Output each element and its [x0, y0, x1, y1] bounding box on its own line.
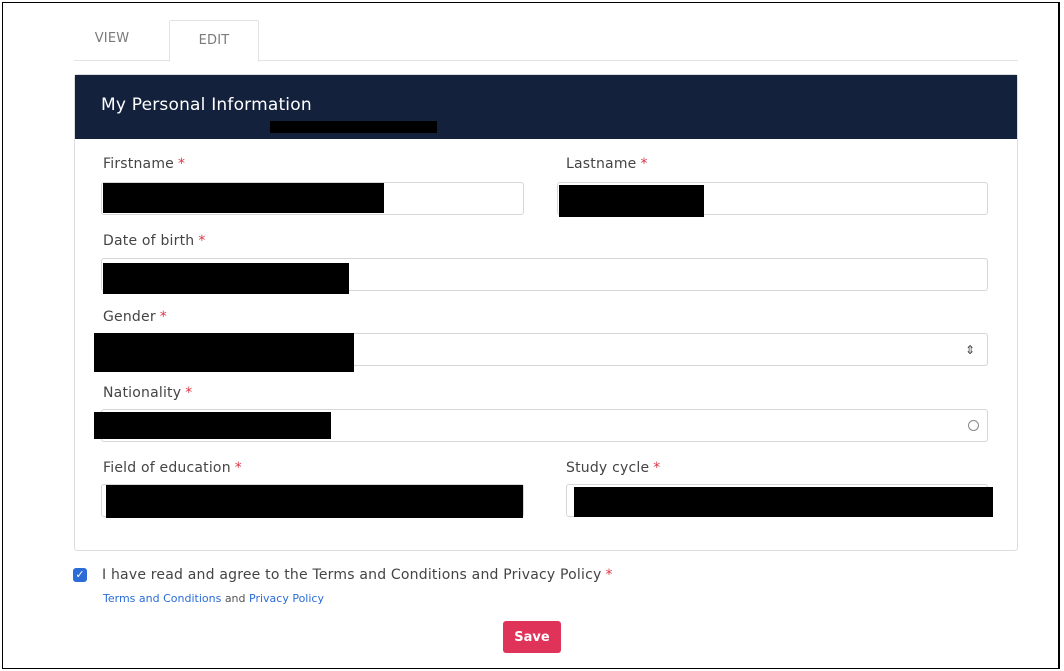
select-arrows-icon: ⇕: [964, 343, 975, 357]
lastname-label: Lastname *: [566, 156, 648, 172]
and-text: and: [224, 592, 246, 605]
redaction-bar: [574, 487, 993, 517]
tab-bar: VIEW EDIT: [74, 19, 1018, 62]
dob-label: Date of birth *: [103, 233, 206, 249]
lastname-field[interactable]: [557, 182, 988, 217]
privacy-link[interactable]: Privacy Policy: [249, 592, 324, 605]
save-button[interactable]: Save: [503, 621, 561, 653]
agree-checkbox[interactable]: ✓: [73, 568, 87, 582]
required-marker: *: [198, 233, 206, 249]
nationality-label-text: Nationality: [103, 385, 182, 401]
required-marker: *: [159, 309, 167, 325]
field-of-education-label: Field of education *: [103, 460, 242, 476]
firstname-label: Firstname *: [103, 156, 185, 172]
policy-links: Terms and Conditions and Privacy Policy: [103, 592, 324, 605]
tab-edit[interactable]: EDIT: [169, 20, 259, 62]
redaction-bar: [94, 412, 331, 439]
required-marker: *: [653, 460, 661, 476]
firstname-label-text: Firstname: [103, 156, 174, 172]
gender-label-text: Gender: [103, 309, 156, 325]
study-cycle-label: Study cycle *: [566, 460, 660, 476]
dob-label-text: Date of birth: [103, 233, 195, 249]
dob-field[interactable]: [101, 258, 988, 294]
firstname-field[interactable]: [101, 182, 524, 215]
redaction-bar: [559, 185, 704, 217]
tab-view[interactable]: VIEW: [80, 19, 144, 59]
required-marker: *: [234, 460, 242, 476]
card-title: My Personal Information: [101, 95, 312, 115]
nationality-label: Nationality *: [103, 385, 192, 401]
redaction-bar: [270, 121, 437, 133]
agree-label-text: I have read and agree to the Terms and C…: [102, 567, 602, 583]
card-header: My Personal Information: [75, 75, 1017, 139]
redaction-bar: [94, 333, 354, 372]
personal-info-card: My Personal Information: [74, 74, 1018, 551]
required-marker: *: [177, 156, 186, 172]
terms-link[interactable]: Terms and Conditions: [103, 592, 221, 605]
gender-label: Gender *: [103, 309, 167, 325]
redaction-bar: [103, 263, 349, 294]
clear-circle-icon[interactable]: [968, 420, 979, 431]
field-of-education-label-text: Field of education: [103, 460, 231, 476]
redaction-bar: [106, 485, 523, 518]
required-marker: *: [640, 156, 648, 172]
required-marker: *: [185, 385, 193, 401]
required-marker: *: [605, 567, 613, 583]
study-cycle-label-text: Study cycle: [566, 460, 650, 476]
lastname-label-text: Lastname: [566, 156, 637, 172]
agree-label: I have read and agree to the Terms and C…: [102, 567, 613, 583]
redaction-bar: [103, 183, 384, 213]
field-of-education-field[interactable]: [101, 484, 524, 518]
